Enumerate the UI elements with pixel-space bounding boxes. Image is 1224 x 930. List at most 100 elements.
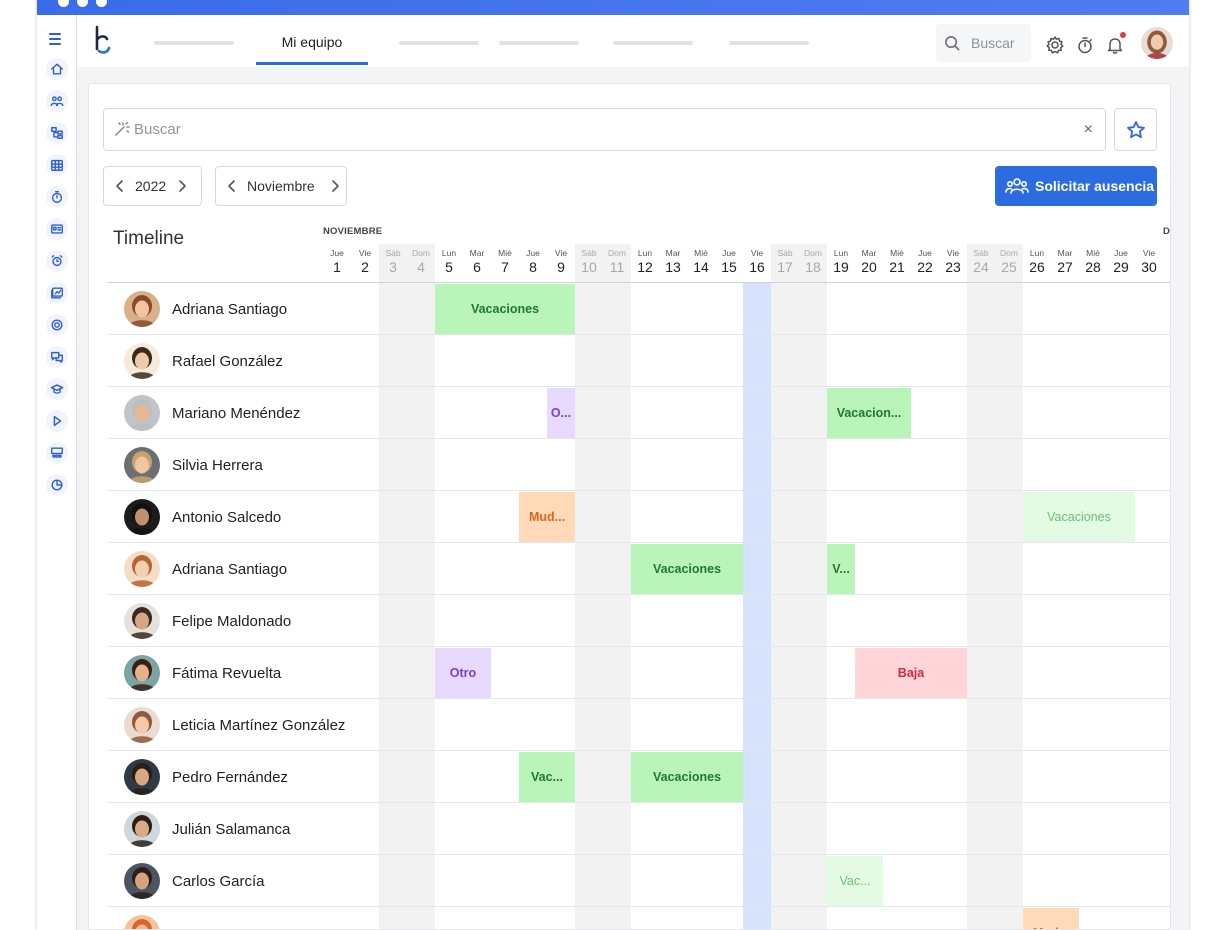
- notifications-bell-icon[interactable]: [1105, 35, 1125, 55]
- day-column-header: Mié 14: [687, 244, 715, 282]
- favorites-button[interactable]: [1114, 108, 1157, 151]
- goals-icon[interactable]: [46, 314, 68, 336]
- day-number: 3: [389, 259, 397, 275]
- window-dot-icon[interactable]: [96, 0, 107, 7]
- org-chart-icon[interactable]: [46, 122, 68, 144]
- employee-row[interactable]: Julián Salamanca: [124, 811, 290, 847]
- employee-row[interactable]: Adriana Santiago: [124, 551, 287, 587]
- employee-row[interactable]: Antonio Salcedo: [124, 499, 281, 535]
- absence-event[interactable]: Baja: [855, 648, 967, 698]
- absence-event[interactable]: Mud...: [519, 492, 575, 542]
- tab-placeholder[interactable]: [399, 41, 479, 45]
- day-number: 17: [777, 259, 793, 275]
- id-card-icon[interactable]: [46, 218, 68, 240]
- tab-placeholder[interactable]: [729, 41, 809, 45]
- request-absence-button[interactable]: Solicitar ausencia: [995, 166, 1157, 206]
- stopwatch-icon[interactable]: [1075, 35, 1095, 55]
- tab-placeholder[interactable]: [154, 41, 234, 45]
- employee-name: Julián Salamanca: [172, 820, 291, 838]
- filter-search-input[interactable]: Buscar ×: [103, 108, 1106, 151]
- app-logo[interactable]: [93, 25, 117, 55]
- month-header: NOVIEMBRE: [323, 226, 383, 237]
- row-divider: [107, 802, 1170, 803]
- avatar: [124, 603, 160, 639]
- month-stepper: Noviembre: [215, 166, 347, 206]
- day-number: 11: [609, 259, 625, 275]
- tab-placeholder[interactable]: [613, 41, 693, 45]
- weekday-label: Mar: [469, 248, 485, 258]
- reports-icon[interactable]: [46, 474, 68, 496]
- employee-row[interactable]: Mariano Menéndez: [124, 395, 300, 431]
- day-column-header: Lun 19: [827, 244, 855, 282]
- alarm-icon[interactable]: [46, 250, 68, 272]
- absence-event[interactable]: Vacaciones: [631, 544, 743, 594]
- weekend-column: [575, 283, 631, 929]
- absence-event[interactable]: Vacaciones: [1023, 492, 1135, 542]
- absence-event[interactable]: Otro: [435, 648, 491, 698]
- employee-row[interactable]: Carlos García: [124, 863, 265, 899]
- employee-row[interactable]: Silvia Herrera: [124, 447, 263, 483]
- day-number: 23: [945, 259, 961, 275]
- employee-row[interactable]: Fátima Revuelta: [124, 655, 281, 691]
- settings-gear-icon[interactable]: [1045, 35, 1065, 55]
- window-titlebar: [37, 0, 1189, 15]
- timeline-title: Timeline: [113, 228, 185, 249]
- day-number: 30: [1141, 259, 1157, 275]
- absence-event[interactable]: O...: [547, 388, 575, 438]
- absence-event[interactable]: Vacaciones: [631, 752, 743, 802]
- home-icon[interactable]: [46, 58, 68, 80]
- window-dot-icon[interactable]: [77, 0, 88, 7]
- window-dot-icon[interactable]: [58, 0, 69, 7]
- day-header: Jue 1 Vie 2 Sáb 3 Dom 4 Lun 5 Mar 6 Mié 7 Jue 8 Vie 9 Sáb 1…: [323, 244, 1170, 282]
- chat-icon[interactable]: [46, 346, 68, 368]
- tab-mi-equipo[interactable]: Mi equipo: [256, 15, 368, 65]
- menu-icon[interactable]: [49, 31, 65, 45]
- absence-event[interactable]: V...: [827, 544, 855, 594]
- day-column-header: Lun 12: [631, 244, 659, 282]
- day-number: 29: [1113, 259, 1129, 275]
- day-column-header: Mar 20: [855, 244, 883, 282]
- chevron-left-icon[interactable]: [225, 179, 239, 193]
- row-divider: [107, 906, 1170, 907]
- absence-event[interactable]: Vacaciones: [435, 284, 575, 334]
- chevron-right-icon[interactable]: [328, 179, 342, 193]
- avatar: [124, 863, 160, 899]
- payroll-icon[interactable]: [46, 282, 68, 304]
- weekday-label: Mié: [498, 248, 512, 258]
- employee-row[interactable]: Pedro Fernández: [124, 759, 288, 795]
- app-window: Mi equipo Buscar Buscar × 2022 Noviembre…: [37, 0, 1189, 930]
- day-column-header: Dom 18: [799, 244, 827, 282]
- user-avatar[interactable]: [1141, 27, 1173, 59]
- employee-row[interactable]: Leticia Martínez González: [124, 707, 345, 743]
- play-icon[interactable]: [46, 410, 68, 432]
- meeting-room-icon[interactable]: [46, 442, 68, 464]
- employee-name: Adriana Santiago: [172, 300, 288, 318]
- absence-event[interactable]: Vacacion...: [827, 388, 911, 438]
- employee-row[interactable]: [124, 915, 172, 929]
- day-number: 13: [665, 259, 681, 275]
- employee-row[interactable]: Rafael González: [124, 343, 283, 379]
- employee-row[interactable]: Adriana Santiago: [124, 291, 287, 327]
- clear-icon[interactable]: ×: [1084, 121, 1093, 139]
- chevron-left-icon[interactable]: [113, 179, 127, 193]
- row-divider: [107, 386, 1170, 387]
- training-icon[interactable]: [46, 378, 68, 400]
- employee-row[interactable]: Felipe Maldonado: [124, 603, 291, 639]
- day-column-header: Mié 28: [1079, 244, 1107, 282]
- absence-event[interactable]: Mud...: [1023, 908, 1079, 929]
- employee-name: Fátima Revuelta: [172, 664, 282, 682]
- weekend-column: [967, 283, 1023, 929]
- team-icon[interactable]: [46, 90, 68, 112]
- chevron-right-icon[interactable]: [175, 179, 189, 193]
- employee-name: Mariano Menéndez: [172, 404, 301, 422]
- tab-placeholder[interactable]: [499, 41, 579, 45]
- search-icon: [945, 36, 960, 51]
- day-column-header: Sáb 3: [379, 244, 407, 282]
- avatar: [124, 915, 160, 929]
- global-search[interactable]: Buscar: [936, 24, 1031, 62]
- row-divider: [107, 854, 1170, 855]
- absence-event[interactable]: Vac...: [827, 856, 883, 906]
- calendar-icon[interactable]: [46, 154, 68, 176]
- absence-event[interactable]: Vac...: [519, 752, 575, 802]
- timer-icon[interactable]: [46, 186, 68, 208]
